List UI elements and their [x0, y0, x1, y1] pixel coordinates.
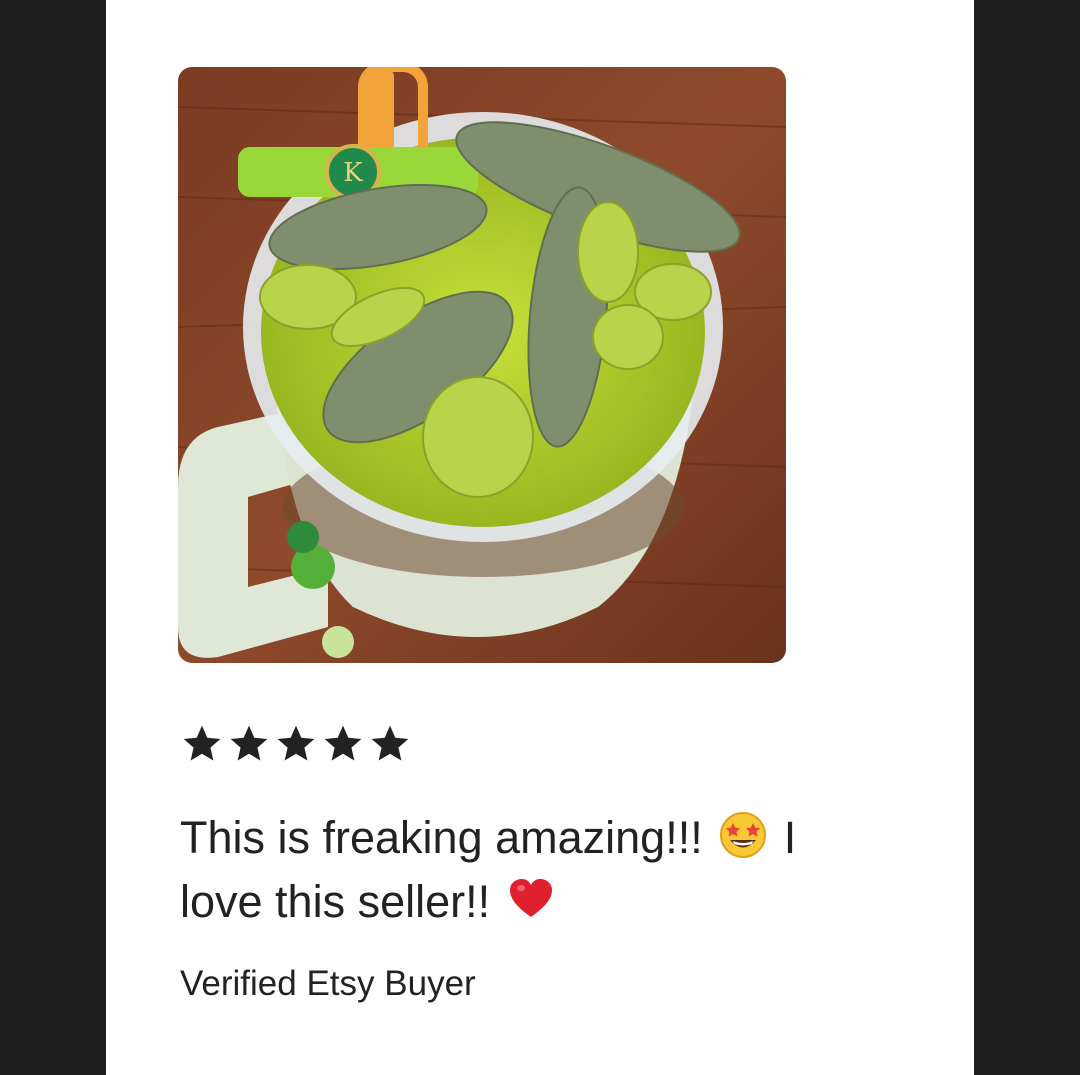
review-card: K This is freaking amazing!!! I love thi…	[106, 0, 974, 1075]
review-text: This is freaking amazing!!! I love this …	[180, 806, 900, 934]
review-text-part3: love this seller!!	[180, 876, 491, 927]
reviewer-name: Verified Etsy Buyer	[180, 964, 476, 1003]
star-icon	[277, 725, 315, 761]
review-text-part1: This is freaking amazing!!!	[180, 812, 703, 863]
pickle-tumbler-photo: K	[178, 67, 786, 663]
star-icon	[324, 725, 362, 761]
star-rating	[180, 722, 412, 766]
star-icon	[371, 725, 409, 761]
red-heart-emoji-icon	[509, 879, 552, 917]
review-photo[interactable]: K	[178, 67, 786, 663]
star-struck-emoji-icon	[720, 812, 767, 858]
star-icon	[230, 725, 268, 761]
review-text-part2: I	[783, 812, 797, 863]
star-icon	[183, 725, 221, 761]
svg-text:K: K	[343, 158, 363, 188]
